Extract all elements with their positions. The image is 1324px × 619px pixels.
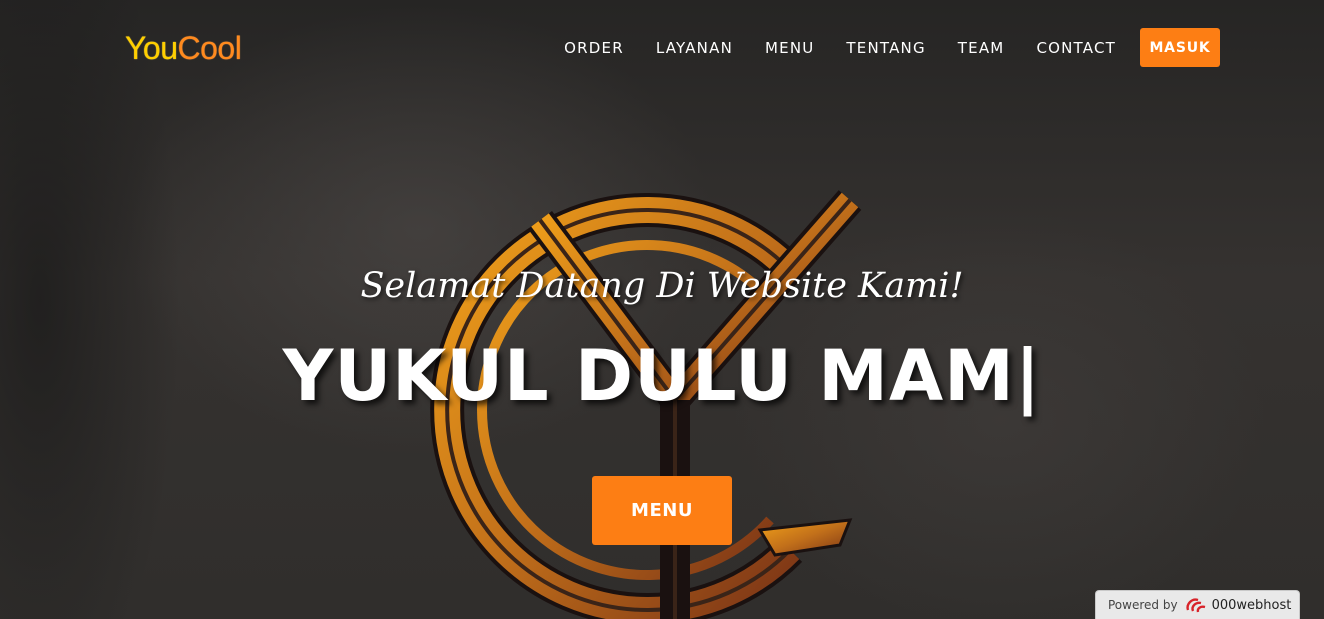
nav-item-order[interactable]: ORDER <box>564 39 624 57</box>
nav-menu: ORDER LAYANAN MENU TENTANG TEAM CONTACT … <box>564 28 1220 67</box>
badge-host-label: 000webhost <box>1211 597 1292 613</box>
hero-subheading: Selamat Datang Di Website Kami! <box>360 266 964 306</box>
nav-item-tentang[interactable]: TENTANG <box>846 39 925 57</box>
nav-item-team[interactable]: TEAM <box>958 39 1005 57</box>
hosting-badge[interactable]: Powered by 000webhost <box>1095 590 1300 619</box>
hero-section: YouCool ORDER LAYANAN MENU TENTANG TEAM … <box>0 0 1324 619</box>
brand-logo-part2: Cool <box>177 30 242 66</box>
nav-item-menu[interactable]: MENU <box>765 39 814 57</box>
badge-powered-label: Powered by <box>1108 598 1178 612</box>
login-button[interactable]: MASUK <box>1140 28 1220 67</box>
navbar: YouCool ORDER LAYANAN MENU TENTANG TEAM … <box>0 0 1324 95</box>
hero-heading: YUKUL DULU MAM| <box>282 335 1042 417</box>
webhost-logo-icon <box>1185 598 1205 613</box>
brand-logo[interactable]: YouCool <box>125 28 242 68</box>
brand-logo-part1: You <box>125 30 178 66</box>
nav-item-layanan[interactable]: LAYANAN <box>656 39 733 57</box>
menu-cta-button[interactable]: MENU <box>592 476 732 545</box>
nav-item-contact[interactable]: CONTACT <box>1036 39 1116 57</box>
